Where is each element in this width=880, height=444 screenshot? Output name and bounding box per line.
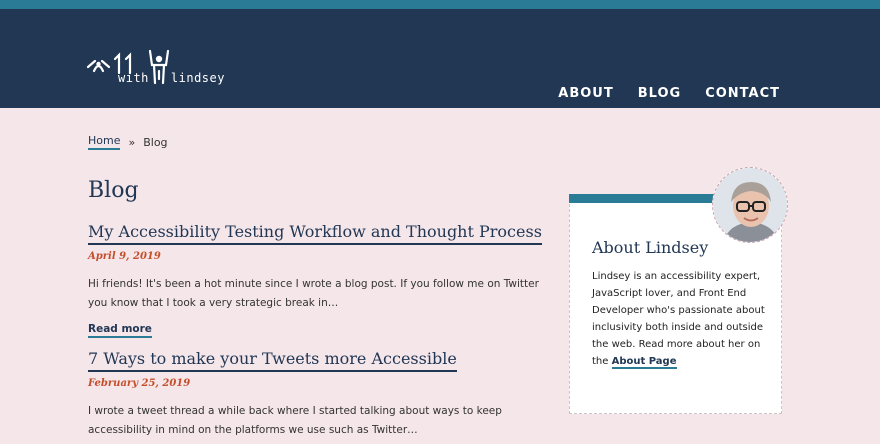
site-header: with lindsey ABOUT BLOG CONTACT	[0, 9, 880, 108]
main-nav: ABOUT BLOG CONTACT	[558, 86, 780, 101]
post-date: April 9, 2019	[88, 251, 161, 262]
logo-text-with: with	[118, 71, 149, 85]
post-date: February 25, 2019	[88, 378, 191, 389]
page-title: Blog	[88, 178, 139, 203]
read-more-link[interactable]: Read more	[88, 323, 152, 338]
avatar-photo-icon	[713, 168, 787, 242]
breadcrumb-separator: »	[128, 135, 136, 149]
about-body: Lindsey is an accessibility expert, Java…	[592, 271, 765, 367]
post-excerpt: I wrote a tweet thread a while back wher…	[88, 405, 502, 436]
top-accent-strip	[0, 0, 880, 9]
nav-contact-link[interactable]: CONTACT	[705, 86, 780, 101]
about-title: About Lindsey	[592, 238, 709, 257]
about-text: Lindsey is an accessibility expert, Java…	[592, 268, 770, 370]
post-title-link[interactable]: My Accessibility Testing Workflow and Th…	[88, 222, 542, 245]
post-excerpt: Hi friends! It's been a hot minute since…	[88, 278, 539, 309]
breadcrumb-current: Blog	[143, 135, 168, 149]
breadcrumb: Home » Blog	[88, 134, 168, 150]
blog-post: 7 Ways to make your Tweets more Accessib…	[88, 349, 548, 440]
nav-about-link[interactable]: ABOUT	[558, 86, 613, 101]
breadcrumb-home-link[interactable]: Home	[88, 134, 121, 150]
about-page-link[interactable]: About Page	[611, 356, 677, 369]
site-logo[interactable]: with lindsey	[86, 47, 236, 95]
logo-wordmark: with lindsey	[118, 71, 225, 85]
nav-blog-link[interactable]: BLOG	[638, 86, 681, 101]
blog-post: My Accessibility Testing Workflow and Th…	[88, 222, 548, 338]
avatar	[712, 167, 788, 243]
logo-text-lindsey: lindsey	[170, 71, 225, 85]
post-title-link[interactable]: 7 Ways to make your Tweets more Accessib…	[88, 349, 457, 372]
